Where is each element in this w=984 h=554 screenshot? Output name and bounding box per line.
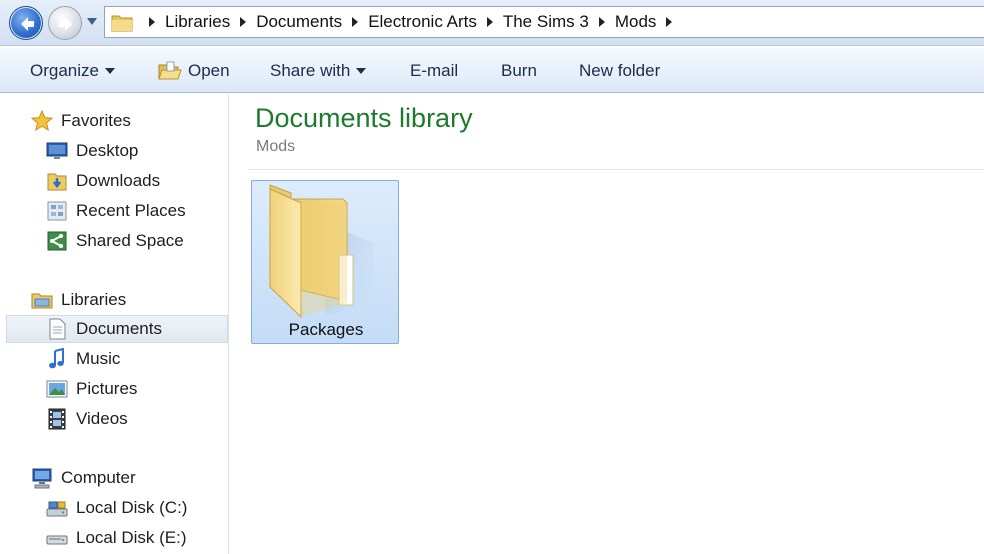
breadcrumb-label: Mods — [614, 12, 657, 31]
desktop-icon — [46, 140, 68, 162]
favorites-header[interactable]: Favorites — [31, 107, 131, 135]
share-with-label: Share with — [270, 61, 351, 80]
breadcrumb-label: Electronic Arts — [368, 12, 477, 31]
breadcrumb-separator-icon[interactable] — [664, 16, 674, 28]
breadcrumb-label: Documents — [256, 12, 343, 31]
chevron-down-icon — [356, 68, 367, 74]
folder-name: Packages — [288, 320, 364, 339]
libraries-label: Libraries — [61, 290, 127, 309]
breadcrumb-separator-icon[interactable] — [147, 16, 157, 28]
libraries-header[interactable]: Libraries — [31, 286, 126, 314]
sidebar-item-downloads[interactable]: Downloads — [46, 167, 160, 195]
breadcrumb-separator-icon[interactable] — [597, 16, 607, 28]
chevron-down-icon — [104, 68, 115, 74]
sidebar-item-label: Videos — [76, 409, 128, 428]
organize-button[interactable]: Organize — [30, 48, 115, 94]
breadcrumb-label: The Sims 3 — [502, 12, 589, 31]
address-bar[interactable]: Libraries Documents Electronic Arts The … — [104, 6, 984, 38]
forward-button[interactable] — [48, 6, 82, 40]
breadcrumb-electronic-arts[interactable]: Electronic Arts — [368, 7, 477, 37]
breadcrumb-documents[interactable]: Documents — [256, 7, 342, 37]
pictures-icon — [46, 378, 68, 400]
command-bar: Organize Open Share with E-mail Burn New… — [0, 47, 984, 93]
back-arrow-icon — [21, 17, 34, 31]
computer-header[interactable]: Computer — [31, 464, 136, 492]
sidebar-item-shared-space[interactable]: Shared Space — [46, 227, 184, 255]
sidebar-item-music[interactable]: Music — [46, 345, 120, 373]
new-folder-button[interactable]: New folder — [579, 48, 660, 94]
large-folder-icon — [269, 184, 375, 319]
recent-places-icon — [46, 200, 68, 222]
sidebar-item-label: Pictures — [76, 379, 138, 398]
sidebar-item-desktop[interactable]: Desktop — [46, 137, 138, 165]
back-button[interactable] — [9, 6, 43, 40]
library-subtitle: Mods — [256, 138, 296, 155]
open-button[interactable]: Open — [158, 48, 230, 94]
star-icon — [31, 110, 53, 132]
hard-drive-icon — [46, 527, 68, 549]
folder-icon — [111, 12, 133, 32]
breadcrumb-mods[interactable]: Mods — [615, 7, 657, 37]
libraries-icon — [31, 289, 53, 311]
computer-icon — [31, 467, 53, 489]
breadcrumb-separator-icon[interactable] — [350, 16, 360, 28]
organize-label: Organize — [30, 61, 99, 80]
sidebar-item-documents[interactable]: Documents — [6, 315, 228, 343]
breadcrumb-libraries[interactable]: Libraries — [165, 7, 230, 37]
folder-item[interactable]: Packages — [251, 180, 399, 344]
breadcrumb-the-sims-3[interactable]: The Sims 3 — [503, 7, 589, 37]
sidebar-item-label: Desktop — [76, 141, 139, 160]
favorites-label: Favorites — [61, 111, 131, 130]
computer-label: Computer — [61, 468, 136, 487]
email-button[interactable]: E-mail — [410, 48, 458, 94]
open-folder-icon — [158, 61, 182, 80]
share-with-button[interactable]: Share with — [270, 48, 367, 94]
documents-icon — [46, 318, 68, 340]
sidebar-item-recent-places[interactable]: Recent Places — [46, 197, 186, 225]
email-label: E-mail — [410, 61, 459, 80]
sidebar-item-label: Downloads — [76, 171, 161, 190]
sidebar-item-label: Local Disk (E:) — [76, 528, 187, 547]
downloads-folder-icon — [46, 170, 68, 192]
breadcrumb-separator-icon[interactable] — [238, 16, 248, 28]
burn-label: Burn — [501, 61, 537, 80]
sidebar-item-local-disk-e[interactable]: Local Disk (E:) — [46, 524, 187, 552]
system-drive-icon — [46, 497, 68, 519]
navigation-bar: Libraries Documents Electronic Arts The … — [0, 0, 984, 46]
sidebar-item-label: Documents — [76, 319, 162, 338]
open-label: Open — [188, 61, 230, 80]
library-title: Documents library — [255, 103, 473, 133]
breadcrumb-label: Libraries — [165, 12, 231, 31]
new-folder-label: New folder — [579, 61, 661, 80]
navigation-pane: Favorites Desktop Downloads Recent Place… — [0, 94, 229, 554]
breadcrumb-separator-icon[interactable] — [485, 16, 495, 28]
sidebar-item-pictures[interactable]: Pictures — [46, 375, 137, 403]
shared-space-icon — [46, 230, 68, 252]
header-divider — [248, 169, 984, 170]
recent-pages-dropdown[interactable] — [86, 17, 98, 27]
sidebar-item-label: Shared Space — [76, 231, 184, 250]
file-view[interactable]: Documents library Mods Packages — [230, 94, 984, 554]
sidebar-item-label: Local Disk (C:) — [76, 498, 188, 517]
sidebar-item-label: Recent Places — [76, 201, 186, 220]
sidebar-item-videos[interactable]: Videos — [46, 405, 128, 433]
burn-button[interactable]: Burn — [501, 48, 537, 94]
videos-film-icon — [46, 408, 68, 430]
music-note-icon — [46, 348, 68, 370]
forward-arrow-icon — [59, 17, 72, 31]
sidebar-item-local-disk-c[interactable]: Local Disk (C:) — [46, 494, 187, 522]
sidebar-item-label: Music — [76, 349, 121, 368]
